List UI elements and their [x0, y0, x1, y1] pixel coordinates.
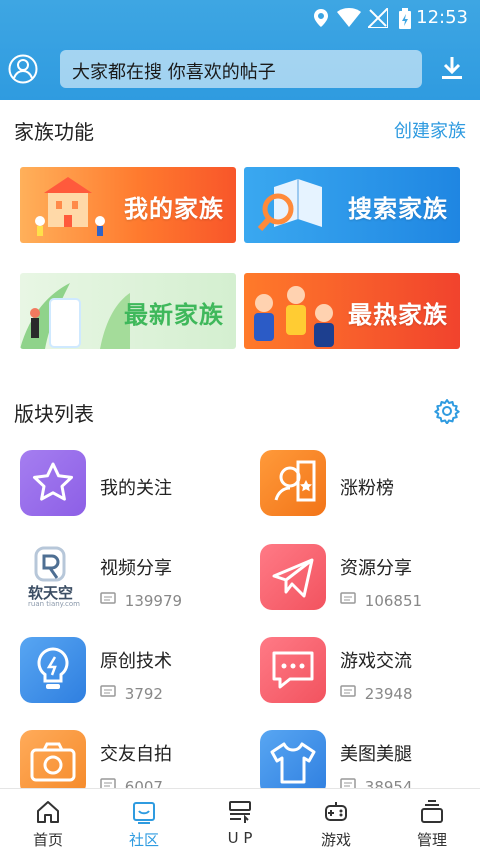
search-family-banner[interactable]: 搜索家族 — [244, 167, 460, 243]
post-count: 23948 — [340, 685, 413, 703]
search-family-label: 搜索家族 — [348, 195, 448, 223]
tab-manage[interactable]: 管理 — [384, 789, 480, 855]
bottom-tab-bar: 首页 社区 U P 游戏 管理 — [0, 788, 480, 854]
tab-home[interactable]: 首页 — [0, 789, 96, 855]
star-icon — [20, 450, 86, 516]
top-bar: 12:53 大家都在搜 你喜欢的帖子 — [0, 0, 480, 100]
hottest-family-banner[interactable]: 最热家族 — [244, 273, 460, 349]
board-my-follow[interactable]: 我的关注 — [20, 450, 240, 524]
tab-label: U P — [227, 829, 253, 847]
board-name: 游戏交流 — [340, 651, 412, 672]
board-name: 涨粉榜 — [340, 478, 394, 499]
watermark-logo: 软天空 ruan tiany.com — [20, 544, 86, 610]
up-icon — [229, 801, 251, 823]
tshirt-icon — [260, 730, 326, 796]
watermark-subtext: ruan tiany.com — [28, 600, 81, 608]
board-resource-share[interactable]: 资源分享 106851 — [260, 544, 480, 618]
comment-icon — [340, 592, 356, 604]
cheering-people-icon — [254, 286, 334, 347]
tab-label: 首页 — [32, 831, 63, 849]
post-count: 139979 — [100, 592, 182, 610]
board-name: 原创技术 — [100, 651, 172, 672]
board-section-title: 版块列表 — [14, 402, 94, 426]
plants-illustration-icon — [20, 283, 130, 349]
my-family-banner[interactable]: 我的家族 — [20, 167, 236, 243]
wifi-icon — [337, 8, 361, 27]
tab-games[interactable]: 游戏 — [288, 789, 384, 855]
gamepad-icon — [325, 802, 347, 821]
home-icon — [37, 801, 59, 823]
board-fans-rank[interactable]: 涨粉榜 — [260, 450, 480, 524]
download-icon[interactable] — [440, 55, 464, 81]
tab-up[interactable]: U P — [192, 789, 288, 855]
create-family-link[interactable]: 创建家族 — [394, 117, 466, 143]
tab-label: 游戏 — [320, 831, 351, 849]
settings-gear-icon[interactable] — [434, 398, 460, 424]
paper-plane-icon — [260, 544, 326, 610]
building-illustration-icon — [35, 177, 105, 236]
board-video-share[interactable]: 软天空 ruan tiany.com 视频分享 139979 — [20, 544, 240, 618]
signal-icon — [368, 8, 388, 28]
board-original-tech[interactable]: 原创技术 3792 — [20, 637, 240, 711]
magnifier-book-icon — [257, 179, 322, 232]
board-name: 我的关注 — [100, 478, 172, 499]
status-time: 12:53 — [416, 7, 468, 28]
header: 大家都在搜 你喜欢的帖子 — [0, 40, 480, 98]
newest-family-banner[interactable]: 最新家族 — [20, 273, 236, 349]
hottest-family-label: 最热家族 — [348, 301, 448, 329]
post-count: 3792 — [100, 685, 163, 703]
camera-icon — [20, 730, 86, 796]
newest-family-label: 最新家族 — [124, 301, 224, 329]
board-game-chat[interactable]: 游戏交流 23948 — [260, 637, 480, 711]
post-count: 106851 — [340, 592, 422, 610]
chat-bubble-icon — [260, 637, 326, 703]
tab-community[interactable]: 社区 — [96, 789, 192, 855]
user-avatar-icon[interactable] — [8, 54, 38, 84]
tab-label: 社区 — [128, 831, 159, 849]
lightbulb-icon — [20, 637, 86, 703]
board-name: 美图美腿 — [340, 744, 412, 765]
community-icon — [133, 802, 155, 824]
tab-label: 管理 — [416, 831, 447, 849]
battery-icon — [399, 8, 411, 29]
location-icon — [314, 9, 328, 27]
search-bar[interactable]: 大家都在搜 你喜欢的帖子 — [60, 50, 422, 88]
board-name: 交友自拍 — [100, 744, 172, 765]
rank-person-icon — [260, 450, 326, 516]
comment-icon — [340, 685, 356, 697]
family-section-title: 家族功能 — [14, 120, 94, 144]
status-bar: 12:53 — [0, 0, 480, 34]
manage-icon — [421, 800, 443, 823]
my-family-label: 我的家族 — [124, 195, 224, 223]
board-name: 视频分享 — [100, 558, 172, 579]
comment-icon — [100, 592, 116, 604]
comment-icon — [100, 685, 116, 697]
search-placeholder: 大家都在搜 你喜欢的帖子 — [72, 62, 276, 83]
board-name: 资源分享 — [340, 558, 412, 579]
